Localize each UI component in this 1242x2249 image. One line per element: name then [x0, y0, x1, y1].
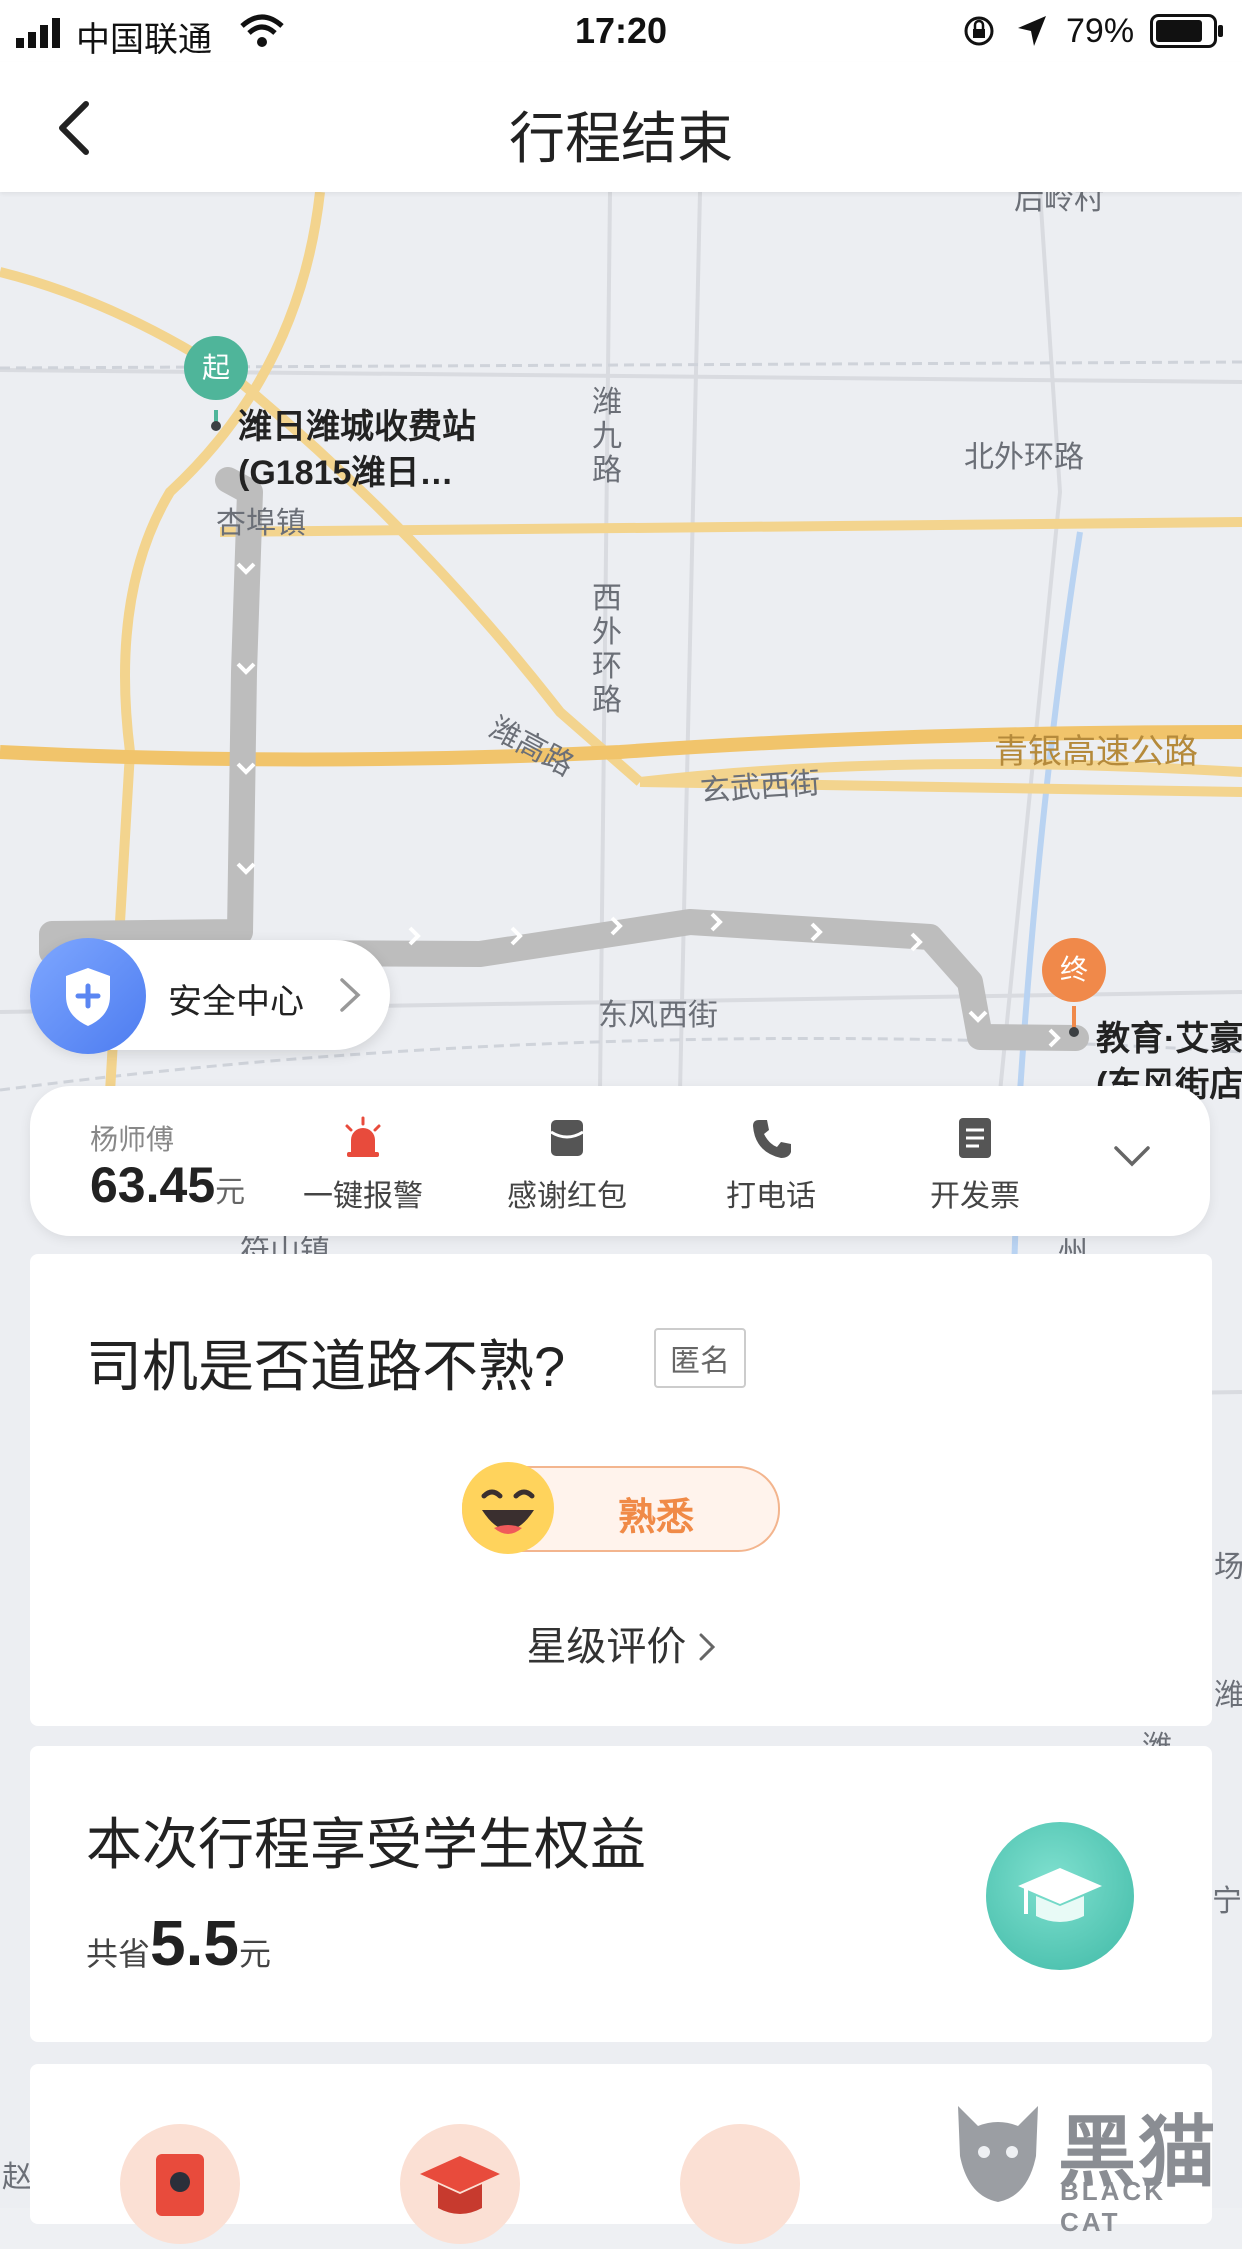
wallet-promo-icon[interactable] [120, 2124, 240, 2244]
driver-promo-icon[interactable] [680, 2124, 800, 2244]
nav-bar: 行程结束 [0, 62, 1242, 192]
end-place-line1: 教育·艾豪 [1096, 1020, 1242, 1058]
chevron-right-icon [699, 1633, 715, 1661]
star-rating-link[interactable]: 星级评价 [30, 1614, 1212, 1672]
trip-action-bar: 杨师傅 63.45元 一键报警 感谢红包 打电话 开发票 [30, 1086, 1210, 1236]
start-place-line1: 潍日潍城收费站 [238, 408, 476, 446]
graduation-promo-icon[interactable] [400, 2124, 520, 2244]
familiar-choice-label: 熟悉 [618, 1497, 695, 1539]
thank-red-envelope-label: 感谢红包 [507, 1180, 627, 1213]
end-marker: 终 [1042, 938, 1106, 1002]
start-marker: 起 [184, 336, 248, 400]
graduation-cap-icon [986, 1822, 1134, 1970]
map-label-wei: 潍 [1214, 1679, 1242, 1712]
battery-icon [1150, 14, 1223, 48]
rotation-lock-icon [964, 16, 994, 46]
map-label-chang: 场 [1214, 1551, 1242, 1584]
map-label-xiwaihuanlu: 西外环路 [592, 582, 622, 717]
phone-icon [753, 1120, 791, 1158]
star-rating-label: 星级评价 [526, 1625, 687, 1669]
saving-amount: 5.5 [150, 1907, 239, 1979]
clock: 17:20 [574, 10, 668, 51]
invoice-icon [959, 1118, 991, 1158]
familiarity-question: 司机是否道路不熟? [86, 1335, 566, 1398]
shield-plus-icon [30, 938, 146, 1054]
safety-center-label: 安全中心 [168, 983, 304, 1021]
location-arrow-icon [1018, 16, 1046, 46]
saving-prefix: 共省 [86, 1936, 151, 1972]
map-label-weijiulu: 潍九路 [592, 386, 622, 487]
battery-percent: 79% [1066, 12, 1135, 50]
safety-center-button[interactable]: 安全中心 [30, 938, 390, 1054]
black-cat-logo-icon [958, 2106, 1038, 2202]
call-driver-button[interactable]: 打电话 [696, 1116, 846, 1215]
student-benefit-title: 本次行程享受学生权益 [86, 1813, 646, 1876]
anonymous-tag: 匿名 [654, 1328, 746, 1388]
start-place-line2: (G1815潍日… [238, 454, 454, 492]
price-value: 63.45 [90, 1157, 216, 1213]
map-label-beiwaihuanlu: 北外环路 [964, 441, 1084, 474]
chevron-right-icon [340, 978, 361, 1012]
map-label-dongfengxijie: 东风西街 [598, 999, 718, 1032]
start-place-label: 潍日潍城收费站 (G1815潍日… [238, 404, 476, 496]
map-label-ning: 宁 [1212, 1885, 1242, 1918]
driver-familiarity-card: 司机是否道路不熟? 匿名 熟悉 星级评价 [30, 1254, 1212, 1726]
red-envelope-icon [550, 1120, 584, 1156]
price-unit: 元 [215, 1176, 246, 1209]
emergency-alarm-button[interactable]: 一键报警 [288, 1116, 438, 1215]
watermark-en: BLACK CAT [1060, 2176, 1166, 2237]
map-label-top: 后岭村 [1014, 192, 1104, 216]
emergency-alarm-label: 一键报警 [303, 1180, 423, 1213]
page-title: 行程结束 [509, 107, 733, 170]
thank-red-envelope-button[interactable]: 感谢红包 [492, 1116, 642, 1215]
student-benefit-card[interactable]: 本次行程享受学生权益 共省5.5元 [30, 1746, 1212, 2042]
trip-price[interactable]: 63.45元 [90, 1156, 245, 1214]
map-label-xingfuzhen: 杏埠镇 [216, 507, 306, 540]
map-label-xuanwuxijie: 玄武西街 [699, 766, 822, 809]
issue-invoice-label: 开发票 [930, 1180, 1020, 1213]
student-saving: 共省5.5元 [86, 1906, 271, 1980]
driver-name: 杨师傅 [90, 1124, 175, 1155]
alarm-siren-icon [345, 1116, 381, 1157]
map-label-qingyin: 青银高速公路 [994, 733, 1198, 771]
map-label-zhao: 赵 [2, 2161, 32, 2194]
laughing-face-icon [462, 1462, 554, 1554]
black-cat-watermark: 黑猫 BLACK CAT [948, 2090, 1228, 2237]
status-bar: 中国联通 17:20 79% [0, 0, 1242, 62]
chevron-down-icon[interactable] [1112, 1144, 1152, 1170]
issue-invoice-button[interactable]: 开发票 [900, 1116, 1050, 1215]
saving-unit: 元 [238, 1936, 271, 1972]
call-driver-label: 打电话 [726, 1180, 816, 1213]
